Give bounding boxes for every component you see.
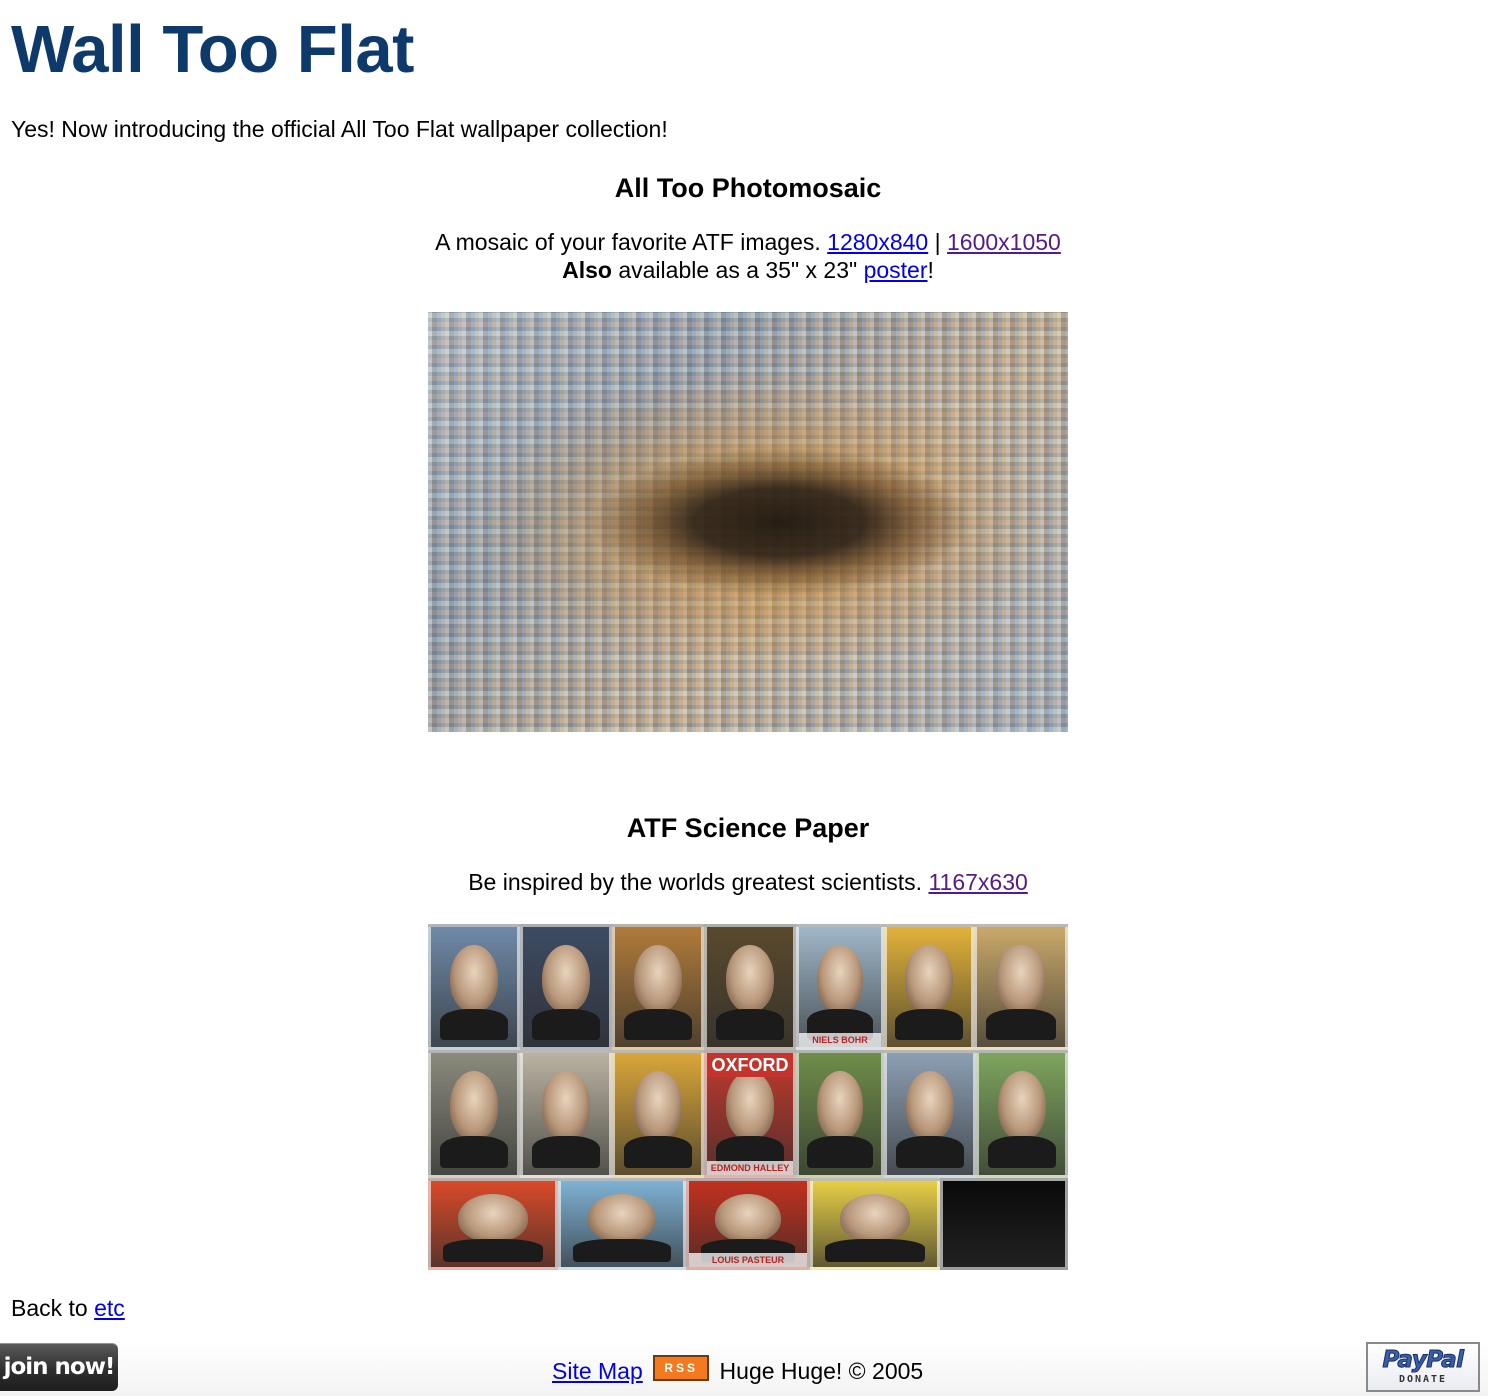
scientist-card: OXFORD EDMOND HALLEY (704, 1050, 796, 1178)
intro-text: Yes! Now introducing the official All To… (11, 116, 668, 142)
section-description: Be inspired by the worlds greatest scien… (0, 868, 1488, 896)
scientist-card: LOUIS PASTEUR (686, 1178, 810, 1270)
link-separator: | (934, 229, 941, 255)
photomosaic-image (428, 312, 1068, 732)
scientist-card (704, 924, 796, 1050)
scientist-portrait (997, 1071, 1047, 1140)
rss-icon[interactable]: RSS (653, 1354, 710, 1381)
scientist-suit (985, 1008, 1057, 1040)
scientist-card (884, 1050, 976, 1178)
scientist-card (976, 1050, 1068, 1178)
paypal-logo: PayPal (1382, 1347, 1464, 1374)
also-bold: Also (562, 257, 612, 283)
poster-link[interactable]: poster (864, 257, 928, 283)
scientist-suit (623, 1135, 693, 1168)
poster-line: Also available as a 35" x 23" poster! (0, 256, 1488, 284)
science-paper-image: NIELS BOHR OXFORD EDMOND HALLEY LOUIS PASTE… (428, 924, 1068, 1270)
scientist-portrait (449, 945, 499, 1013)
section-photomosaic: All Too Photomosaic A mosaic of your fav… (0, 170, 1488, 284)
scientist-suit (439, 1135, 509, 1168)
back-text: Back to (11, 1295, 88, 1321)
scientist-card (884, 924, 974, 1050)
scientist-suit (623, 1008, 693, 1040)
scientist-card (810, 1178, 940, 1270)
copyright-text: Huge Huge! © 2005 (719, 1357, 924, 1384)
scientist-portrait (817, 1071, 863, 1140)
link-1167x630[interactable]: 1167x630 (928, 869, 1027, 895)
scientist-portrait (458, 1193, 528, 1243)
scientist-portrait (633, 945, 683, 1013)
footer-links: Site Map RSS Huge Huge! © 2005 (552, 1354, 923, 1386)
poster-end: ! (927, 257, 934, 283)
scientist-portrait (587, 1193, 657, 1243)
scientist-portrait (840, 1193, 910, 1243)
scientist-suit (443, 1239, 543, 1262)
scientist-suit (573, 1239, 671, 1262)
scientist-suit (439, 1008, 509, 1040)
link-1600x1050[interactable]: 1600x1050 (947, 229, 1061, 255)
description-text: A mosaic of your favorite ATF images. (435, 229, 821, 255)
scientist-card (520, 924, 612, 1050)
scientist-card (428, 1050, 520, 1178)
oxford-label: OXFORD (707, 1053, 793, 1077)
scientist-suit (987, 1135, 1057, 1168)
scientist-portrait (905, 1071, 955, 1140)
scientist-portrait (725, 945, 775, 1013)
scientist-portrait (541, 1071, 591, 1140)
site-map-link[interactable]: Site Map (552, 1358, 643, 1384)
section-description: A mosaic of your favorite ATF images. 12… (0, 228, 1488, 256)
card-caption: NIELS BOHR (799, 1033, 881, 1047)
link-1280x840[interactable]: 1280x840 (827, 229, 928, 255)
card-caption: LOUIS PASTEUR (689, 1253, 807, 1267)
scientist-suit (895, 1008, 963, 1040)
poster-text: available as a 35" x 23" (618, 257, 858, 283)
scientist-suit (807, 1135, 873, 1168)
scientist-suit (895, 1135, 965, 1168)
scientist-card (520, 1050, 612, 1178)
scientist-card (796, 1050, 884, 1178)
card-caption: EDMOND HALLEY (707, 1161, 793, 1175)
paypal-donate-button[interactable]: PayPal DONATE (1366, 1342, 1480, 1392)
site-title: Wall Too Flat (11, 12, 414, 87)
section-title: ATF Science Paper (626, 813, 870, 843)
scientist-card (428, 1178, 558, 1270)
scientist-card (428, 924, 520, 1050)
scientist-card (974, 924, 1068, 1050)
scientist-suit (531, 1135, 601, 1168)
scientist-suit (531, 1008, 601, 1040)
donate-label: DONATE (1398, 1374, 1448, 1385)
back-etc-link[interactable]: etc (94, 1295, 125, 1321)
scientist-portrait (817, 945, 863, 1013)
scientist-portrait (449, 1071, 499, 1140)
scientist-portrait (633, 1071, 683, 1140)
join-now-button[interactable]: join now! (0, 1343, 118, 1391)
section-science-paper: ATF Science Paper Be inspired by the wor… (0, 810, 1488, 896)
scientist-portrait (725, 1071, 775, 1140)
scientist-card (612, 1050, 704, 1178)
scientist-portrait (996, 945, 1046, 1013)
scientist-portrait (714, 1193, 782, 1243)
scientist-card (558, 1178, 686, 1270)
scientist-portrait (905, 945, 953, 1013)
scientist-portrait (541, 945, 591, 1013)
back-line: Back to etc (11, 1293, 125, 1323)
scientist-suit (715, 1008, 785, 1040)
scientist-suit (825, 1239, 925, 1262)
scientist-card (612, 924, 704, 1050)
scientist-card: NIELS BOHR (796, 924, 884, 1050)
scientist-card (940, 1178, 1068, 1270)
footer: join now! Site Map RSS Huge Huge! © 2005 (0, 1340, 1488, 1396)
section-title: All Too Photomosaic (614, 173, 882, 203)
description-text: Be inspired by the worlds greatest scien… (468, 869, 923, 895)
